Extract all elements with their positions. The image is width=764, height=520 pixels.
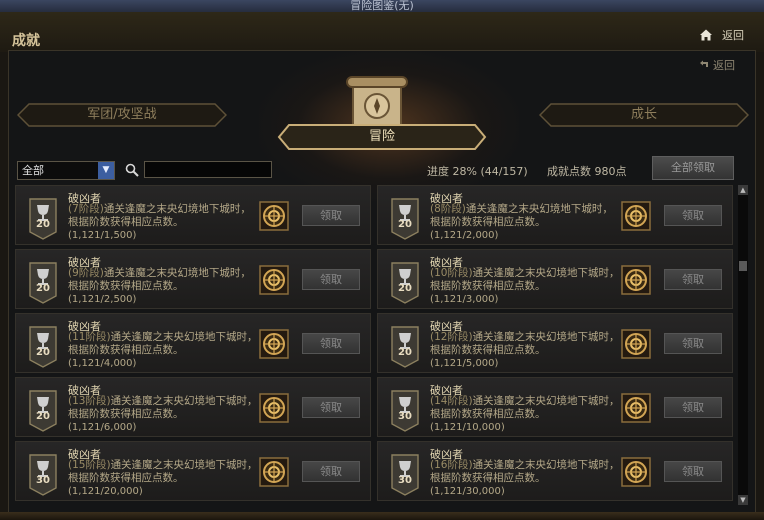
reward-emblem-icon[interactable] — [621, 201, 651, 231]
reward-emblem-icon[interactable] — [259, 457, 289, 487]
achievement-description: (12阶段)通关逢魔之末央幻境地下城时，根据阶数获得相应点数。 — [430, 331, 620, 357]
tab-adventure-label: 冒险 — [368, 129, 395, 144]
claim-button[interactable]: 领取 — [302, 205, 360, 226]
search-input[interactable] — [144, 161, 272, 178]
achievement-description: (7阶段)通关逢魔之末央幻境地下城时，根据阶数获得相应点数。 — [68, 203, 258, 229]
badge-points: 20 — [36, 347, 50, 358]
page-title: 成就 — [12, 33, 40, 49]
claim-button[interactable]: 领取 — [664, 269, 722, 290]
achievement-level: (8阶段) — [430, 203, 466, 215]
achievement-card: 20 破凶者 (11阶段)通关逢魔之末央幻境地下城时，根据阶数获得相应点数。 (… — [15, 313, 371, 373]
reward-emblem-icon[interactable] — [621, 457, 651, 487]
bottom-border — [0, 512, 764, 520]
achievement-level: (15阶段) — [68, 459, 111, 471]
back-arrow-icon — [699, 60, 708, 67]
achievement-progress: (1,121/2,000) — [430, 230, 499, 241]
scroll-up-icon[interactable]: ▲ — [738, 185, 748, 195]
achievement-progress: (1,121/4,000) — [68, 358, 137, 369]
achievement-level: (7阶段) — [68, 203, 104, 215]
achievement-card: 20 破凶者 (12阶段)通关逢魔之末央幻境地下城时，根据阶数获得相应点数。 (… — [377, 313, 733, 373]
header-back-button[interactable]: 返回 — [722, 27, 744, 43]
achievement-progress: (1,121/5,000) — [430, 358, 499, 369]
scrollbar[interactable]: ▲ ▼ — [738, 185, 748, 505]
home-icon[interactable] — [698, 27, 714, 43]
dropdown-selected: 全部 — [22, 164, 44, 177]
achievement-progress: (1,121/20,000) — [68, 486, 143, 497]
badge-points: 20 — [398, 283, 412, 294]
achievement-list: 20 破凶者 (7阶段)通关逢魔之末央幻境地下城时，根据阶数获得相应点数。 (1… — [15, 185, 737, 505]
achievement-level: (13阶段) — [68, 395, 111, 407]
claim-button[interactable]: 领取 — [664, 333, 722, 354]
badge-points: 20 — [36, 411, 50, 422]
achievement-level: (10阶段) — [430, 267, 473, 279]
reward-emblem-icon[interactable] — [259, 201, 289, 231]
achievement-points: 成就点数 980点 — [547, 165, 627, 178]
achievement-progress: (1,121/1,500) — [68, 230, 137, 241]
claim-button[interactable]: 领取 — [664, 205, 722, 226]
achievement-description: (16阶段)通关逢魔之末央幻境地下城时，根据阶数获得相应点数。 — [430, 459, 620, 485]
reward-emblem-icon[interactable] — [259, 265, 289, 295]
header: 成就 返回 — [0, 12, 764, 52]
achievement-level: (11阶段) — [68, 331, 111, 343]
badge-points: 20 — [398, 347, 412, 358]
achievement-card: 20 破凶者 (7阶段)通关逢魔之末央幻境地下城时，根据阶数获得相应点数。 (1… — [15, 185, 371, 245]
achievement-card: 30 破凶者 (15阶段)通关逢魔之末央幻境地下城时，根据阶数获得相应点数。 (… — [15, 441, 371, 501]
category-dropdown[interactable]: 全部 ▼ — [17, 161, 115, 180]
scroll-down-icon[interactable]: ▼ — [738, 495, 748, 505]
tab-growth-label: 成长 — [630, 107, 657, 122]
reward-emblem-icon[interactable] — [621, 265, 651, 295]
achievement-card: 20 破凶者 (10阶段)通关逢魔之末央幻境地下城时，根据阶数获得相应点数。 (… — [377, 249, 733, 309]
achievement-card: 20 破凶者 (13阶段)通关逢魔之末央幻境地下城时，根据阶数获得相应点数。 (… — [15, 377, 371, 437]
tab-legion-label: 军团/攻坚战 — [87, 107, 157, 122]
badge-points: 20 — [36, 219, 50, 230]
achievement-description: (10阶段)通关逢魔之末央幻境地下城时，根据阶数获得相应点数。 — [430, 267, 620, 293]
panel-back-button[interactable]: 返回 — [699, 57, 735, 73]
achievement-panel: 返回 军团/攻坚战 成长 冒险 全部 ▼ 进度 28% (44/157) 成就点… — [8, 50, 756, 514]
panel-back-label: 返回 — [713, 59, 735, 72]
achievement-level: (14阶段) — [430, 395, 473, 407]
badge-points: 30 — [36, 475, 50, 486]
achievement-progress: (1,121/3,000) — [430, 294, 499, 305]
tab-adventure[interactable]: 冒险 — [277, 123, 487, 151]
claim-all-button[interactable]: 全部领取 — [652, 156, 734, 180]
search-icon[interactable] — [125, 163, 139, 177]
achievement-description: (9阶段)通关逢魔之末央幻境地下城时，根据阶数获得相应点数。 — [68, 267, 258, 293]
chevron-down-icon[interactable]: ▼ — [98, 162, 114, 179]
achievement-progress: (1,121/10,000) — [430, 422, 505, 433]
achievement-progress: (1,121/30,000) — [430, 486, 505, 497]
claim-button[interactable]: 领取 — [302, 397, 360, 418]
window-title: 冒险图鉴(无) — [350, 0, 414, 12]
claim-button[interactable]: 领取 — [664, 461, 722, 482]
reward-emblem-icon[interactable] — [621, 329, 651, 359]
achievement-card: 20 破凶者 (8阶段)通关逢魔之末央幻境地下城时，根据阶数获得相应点数。 (1… — [377, 185, 733, 245]
achievement-level: (9阶段) — [68, 267, 104, 279]
tab-legion[interactable]: 军团/攻坚战 — [17, 103, 227, 127]
achievement-progress: (1,121/6,000) — [68, 422, 137, 433]
achievement-description: (15阶段)通关逢魔之末央幻境地下城时，根据阶数获得相应点数。 — [68, 459, 258, 485]
achievement-description: (8阶段)通关逢魔之末央幻境地下城时，根据阶数获得相应点数。 — [430, 203, 620, 229]
badge-points: 20 — [36, 283, 50, 294]
badge-points: 30 — [398, 475, 412, 486]
achievement-progress: (1,121/2,500) — [68, 294, 137, 305]
tab-growth[interactable]: 成长 — [539, 103, 749, 127]
achievement-card: 30 破凶者 (16阶段)通关逢魔之末央幻境地下城时，根据阶数获得相应点数。 (… — [377, 441, 733, 501]
achievement-card: 20 破凶者 (9阶段)通关逢魔之末央幻境地下城时，根据阶数获得相应点数。 (1… — [15, 249, 371, 309]
scroll-thumb[interactable] — [739, 261, 747, 271]
achievement-description: (14阶段)通关逢魔之末央幻境地下城时，根据阶数获得相应点数。 — [430, 395, 620, 421]
achievement-card: 30 破凶者 (14阶段)通关逢魔之末央幻境地下城时，根据阶数获得相应点数。 (… — [377, 377, 733, 437]
badge-points: 30 — [398, 411, 412, 422]
achievement-description: (13阶段)通关逢魔之末央幻境地下城时，根据阶数获得相应点数。 — [68, 395, 258, 421]
achievement-description: (11阶段)通关逢魔之末央幻境地下城时，根据阶数获得相应点数。 — [68, 331, 258, 357]
reward-emblem-icon[interactable] — [259, 329, 289, 359]
claim-button[interactable]: 领取 — [302, 269, 360, 290]
reward-emblem-icon[interactable] — [621, 393, 651, 423]
claim-button[interactable]: 领取 — [664, 397, 722, 418]
badge-points: 20 — [398, 219, 412, 230]
achievement-level: (16阶段) — [430, 459, 473, 471]
claim-button[interactable]: 领取 — [302, 333, 360, 354]
reward-emblem-icon[interactable] — [259, 393, 289, 423]
progress-text: 进度 28% (44/157) — [427, 165, 528, 178]
claim-button[interactable]: 领取 — [302, 461, 360, 482]
achievement-level: (12阶段) — [430, 331, 473, 343]
